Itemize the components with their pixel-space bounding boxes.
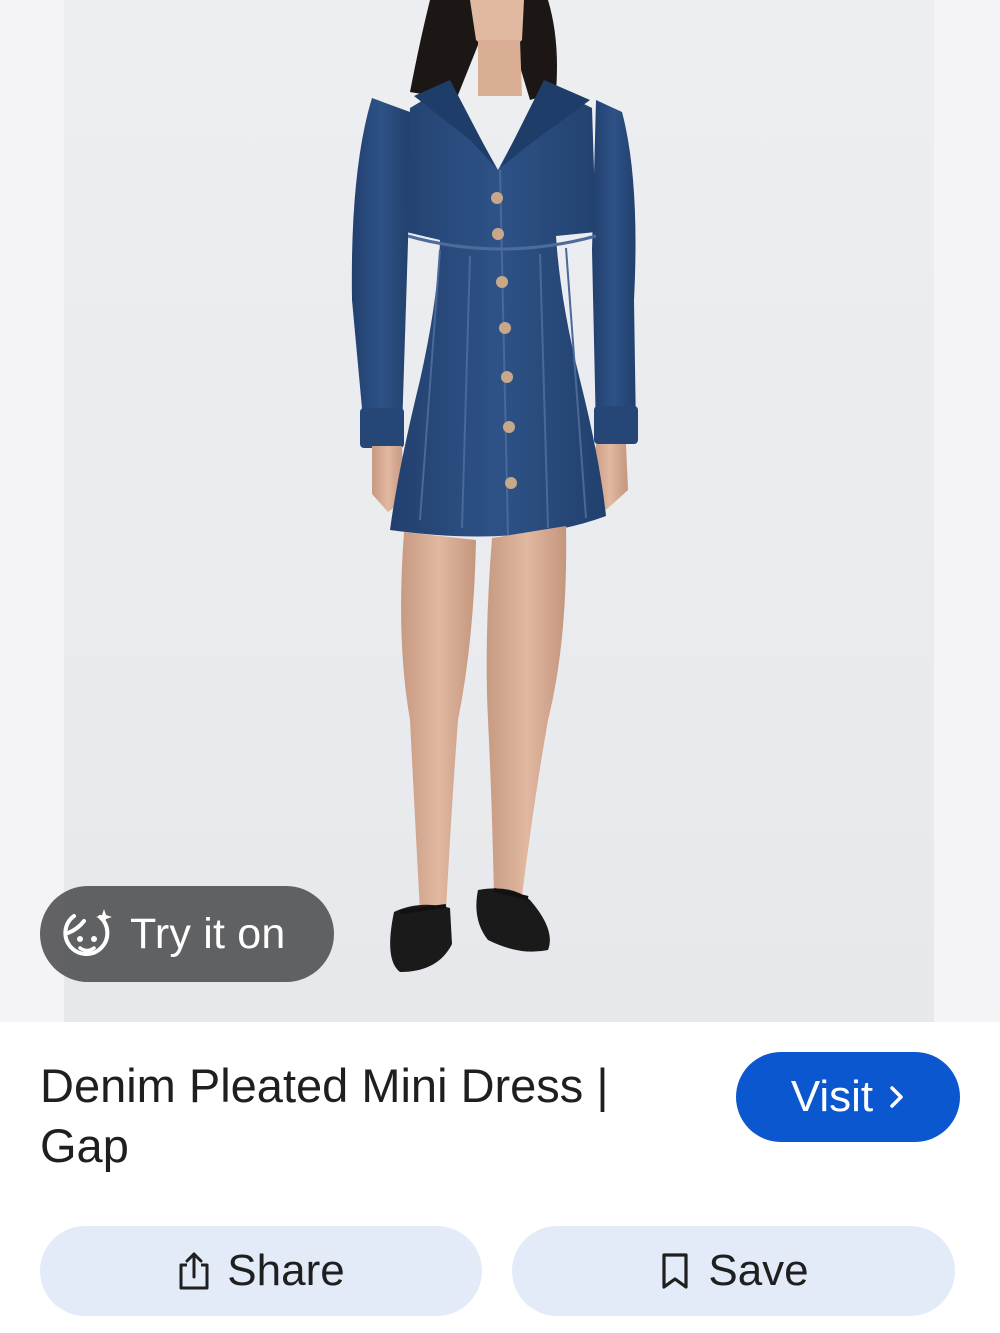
product-info-panel: Denim Pleated Mini Dress | Gap Visit Sha… bbox=[0, 1022, 1000, 1333]
save-button[interactable]: Save bbox=[512, 1226, 955, 1316]
share-icon bbox=[179, 1252, 209, 1290]
model-photo bbox=[351, 0, 638, 972]
product-image[interactable]: Try it on bbox=[0, 0, 1000, 1022]
bookmark-icon bbox=[662, 1253, 688, 1289]
try-it-on-label: Try it on bbox=[130, 909, 286, 958]
share-button[interactable]: Share bbox=[40, 1226, 482, 1316]
visit-button[interactable]: Visit bbox=[736, 1052, 960, 1142]
face-sparkle-icon bbox=[63, 909, 112, 956]
visit-label: Visit bbox=[790, 1072, 874, 1121]
try-it-on-button[interactable]: Try it on bbox=[40, 886, 334, 982]
product-viewer: Try it on Denim Pleated Mini Dress | Gap… bbox=[0, 0, 1000, 1333]
product-title[interactable]: Denim Pleated Mini Dress | Gap bbox=[40, 1056, 700, 1176]
chevron-right-icon bbox=[890, 1086, 903, 1108]
save-label: Save bbox=[708, 1246, 809, 1295]
share-label: Share bbox=[227, 1246, 345, 1295]
